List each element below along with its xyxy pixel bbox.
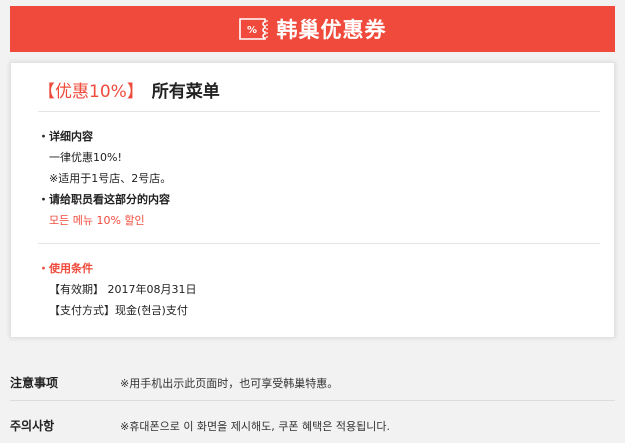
- discount-tag: 【优惠10%】: [38, 82, 144, 102]
- note-text: ※用手机出示此页面时，也可享受韩巢特惠。: [120, 377, 339, 390]
- staff-text: 모든 메뉴 10% 할인: [49, 214, 145, 227]
- notes-divider: [10, 400, 615, 401]
- note-label: 注意事项: [10, 376, 59, 390]
- validity-text: 【有效期】 2017年08月31日: [49, 283, 197, 296]
- detail-line: ※适用于1号店、2号店。: [49, 172, 172, 185]
- coupon-ticket-icon: %: [238, 18, 268, 40]
- percent-glyph: %: [246, 25, 256, 36]
- note-text: ※휴대폰으로 이 화면을 제시해도, 쿠폰 혜택은 적용됩니다.: [120, 420, 390, 433]
- note-label: 주의사항: [10, 419, 55, 433]
- section-divider: [38, 243, 600, 244]
- staff-label: ・请给职员看这部分的内容: [38, 193, 170, 206]
- coupon-menu: 所有菜单: [151, 82, 220, 102]
- title-divider: [38, 111, 600, 112]
- coupon-card: 【优惠10%】 所有菜单 ・详细内容 一律优惠10%! ※适用于1号店、2号店。 …: [10, 62, 615, 338]
- conditions-label: ・使用条件: [38, 262, 93, 275]
- coupon-header: % 韩巢优惠券: [10, 6, 615, 52]
- note-row-korean: 주의사항 ※휴대폰으로 이 화면을 제시해도, 쿠폰 혜택은 적용됩니다.: [10, 405, 615, 443]
- coupon-title: 【优惠10%】 所有菜单: [38, 77, 220, 102]
- coupon-page: % 韩巢优惠券 【优惠10%】 所有菜单 ・详细内容 一律优惠10%! ※适用于1…: [0, 0, 625, 443]
- payment-text: 【支付方式】现金(현금)支付: [49, 304, 188, 317]
- page-title: 韩巢优惠券: [276, 18, 387, 42]
- detail-line: 一律优惠10%!: [49, 151, 122, 164]
- details-label: ・详细内容: [38, 130, 93, 143]
